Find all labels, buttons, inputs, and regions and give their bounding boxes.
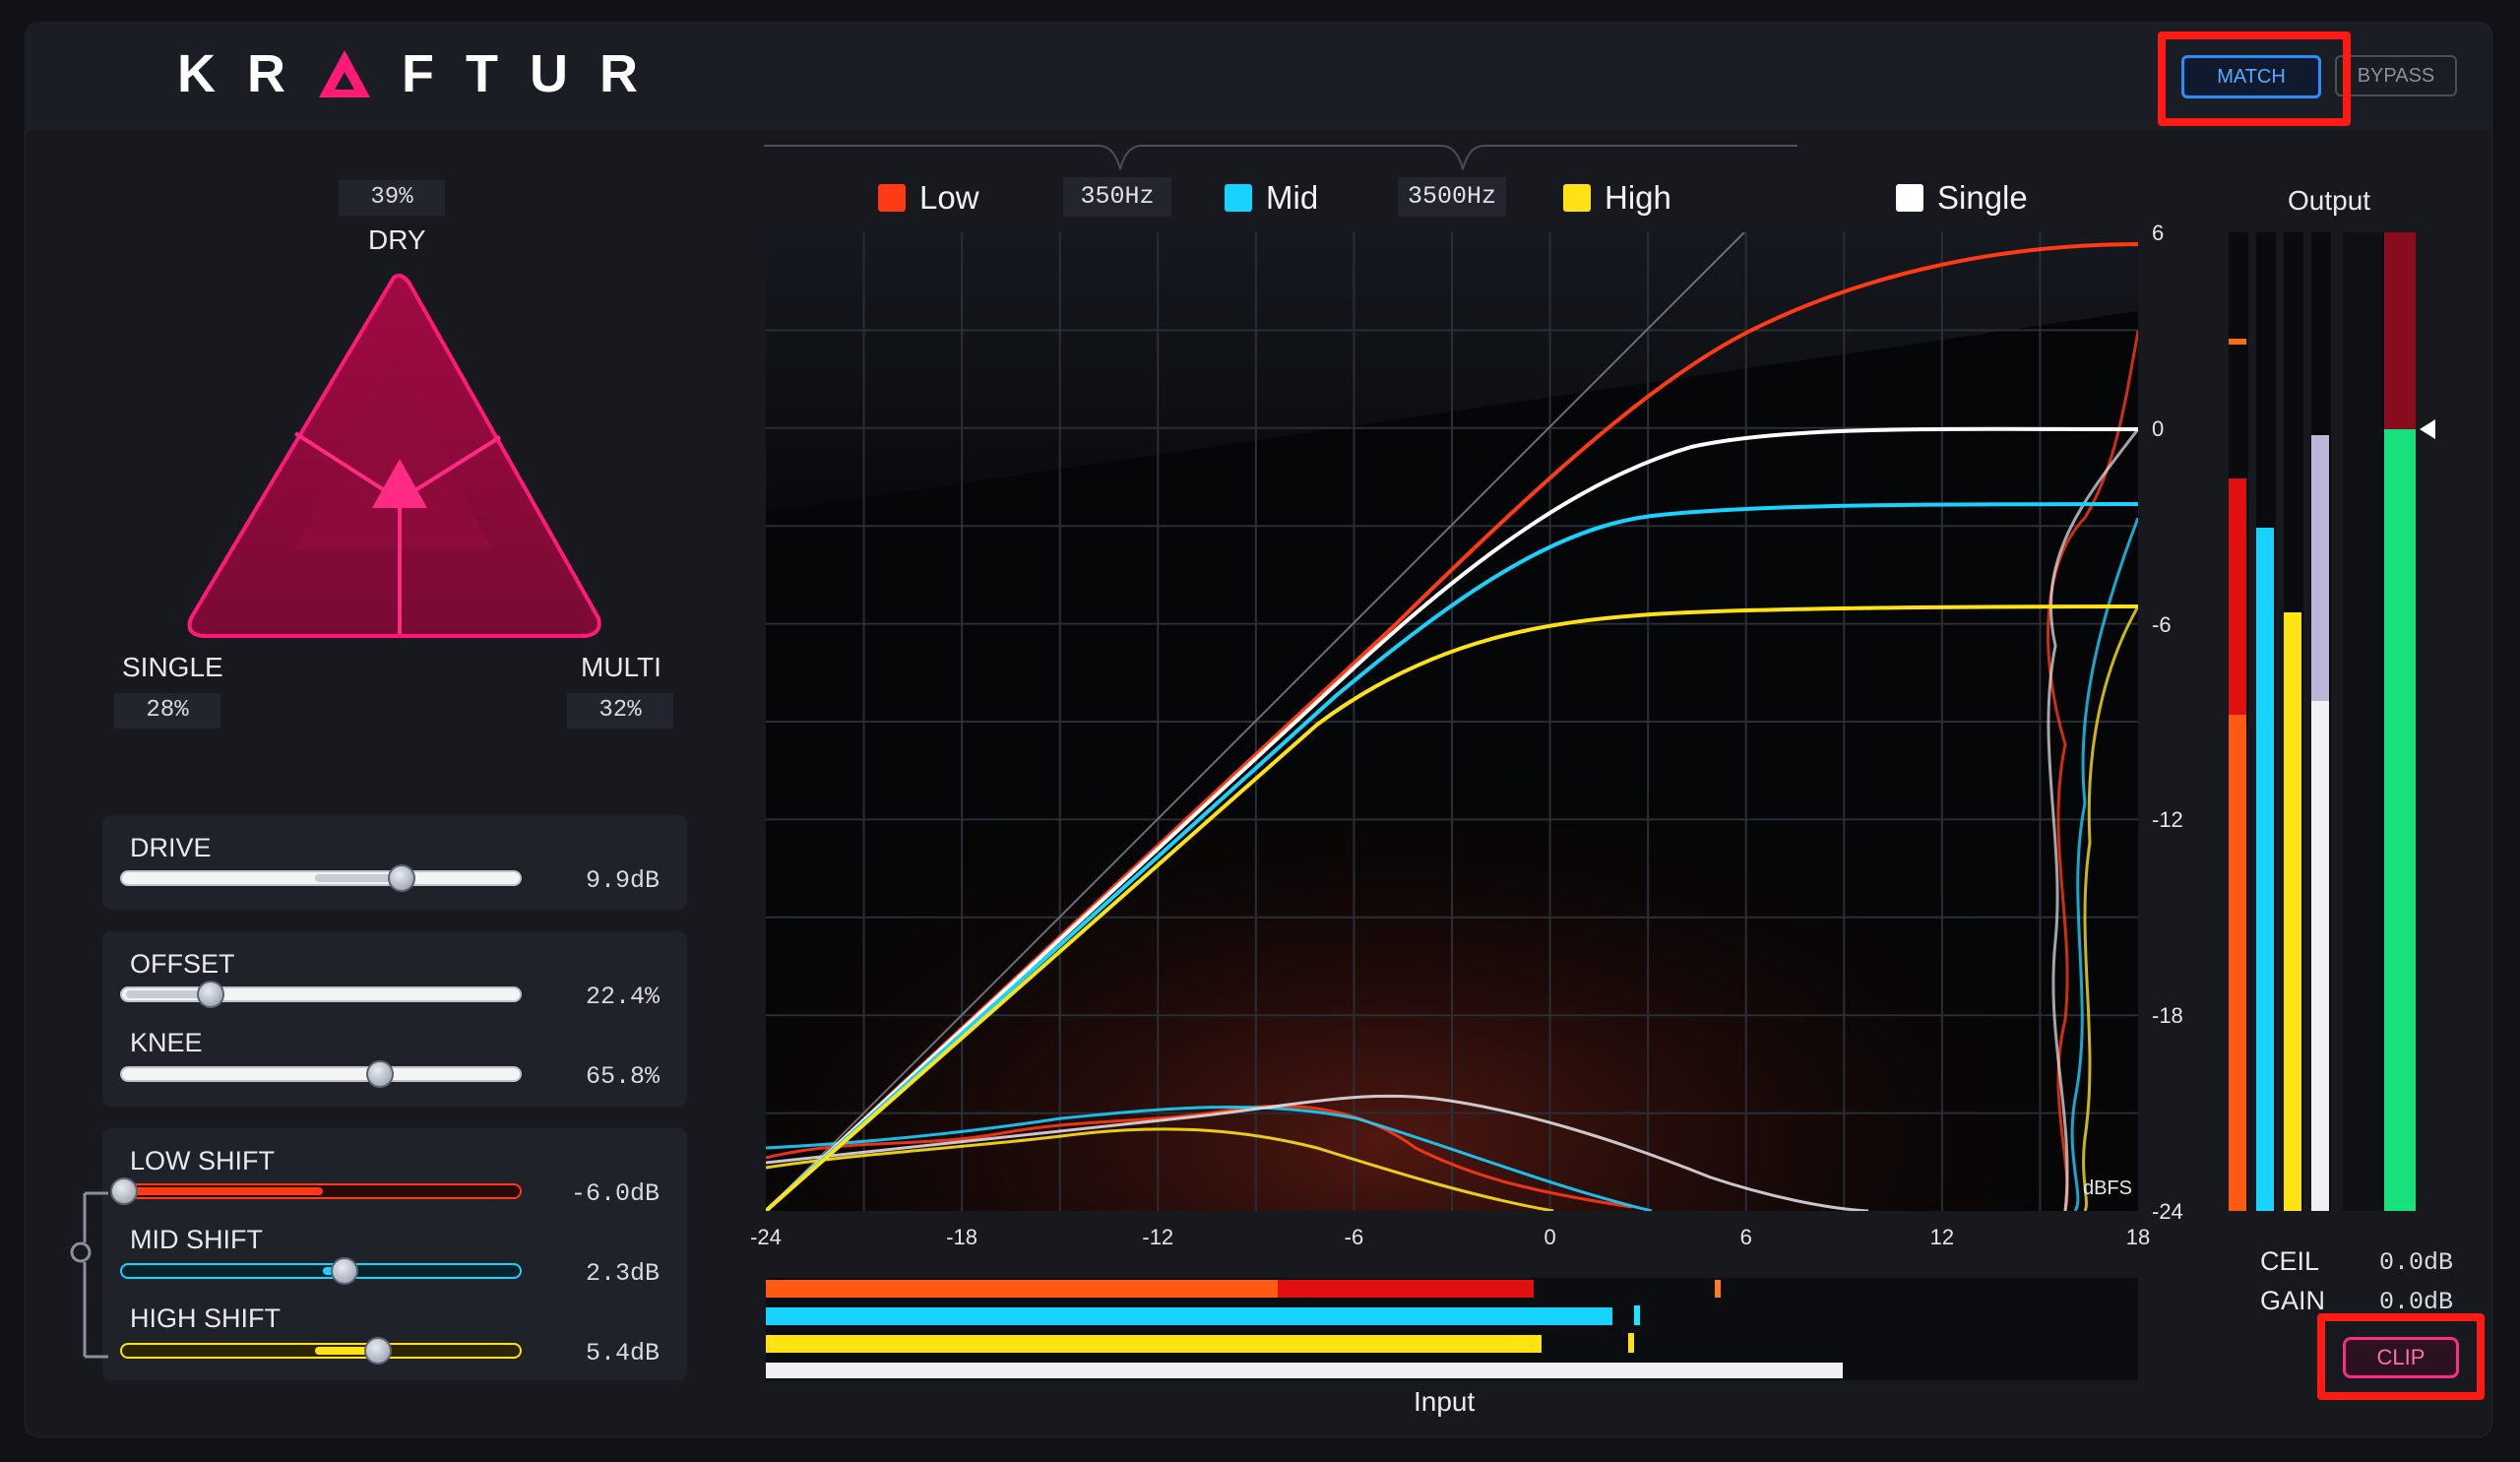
high-shift-label: HIGH SHIFT <box>130 1303 281 1333</box>
multi-label: MULTI <box>581 652 662 682</box>
output-title: Output <box>2288 185 2371 216</box>
ceil-label: CEIL <box>2260 1246 2320 1276</box>
low-input-meter <box>766 1280 1278 1298</box>
mid-input-meter <box>766 1307 1612 1325</box>
x-tick-label: -24 <box>750 1225 782 1249</box>
transfer-curve-graph[interactable] <box>766 232 2138 1211</box>
dbfs-unit-label: dBFS <box>2083 1177 2133 1199</box>
low-mid-crossover-field[interactable]: 350Hz <box>1063 177 1171 217</box>
drive-label: DRIVE <box>130 833 212 862</box>
legend-high-label: High <box>1605 179 1671 216</box>
y-tick-label: 0 <box>2152 415 2165 441</box>
low-shift-slider-fill <box>126 1187 323 1195</box>
plugin-window: K R F T U R MATCH BYPASS 39% DRY SINGLE … <box>0 0 2520 1462</box>
legend-mid-label: Mid <box>1266 179 1319 216</box>
logo-letter-f: F <box>402 44 436 103</box>
dry-value[interactable]: 39% <box>339 180 445 216</box>
output-meters <box>2229 232 2435 1211</box>
logo-letter-r2: R <box>599 44 640 103</box>
drive-value[interactable]: 9.9dB <box>551 866 660 895</box>
low-swatch-icon <box>878 184 906 212</box>
x-tick-label: -12 <box>1142 1225 1174 1249</box>
ceil-value[interactable]: 0.0dB <box>2345 1248 2453 1277</box>
shift-link-bracket <box>70 1191 108 1359</box>
offset-label: OFFSET <box>130 949 235 979</box>
mid-output-meter <box>2256 528 2274 1211</box>
y-tick-label: -12 <box>2152 807 2183 833</box>
single-value[interactable]: 28% <box>114 693 220 729</box>
x-tick-label: 0 <box>1544 1225 1556 1249</box>
mid-shift-slider[interactable] <box>120 1263 522 1279</box>
high-input-meter <box>766 1335 1542 1353</box>
x-tick-label: -6 <box>1344 1225 1364 1249</box>
high-swatch-icon <box>1563 184 1591 212</box>
offset-value[interactable]: 22.4% <box>551 983 660 1011</box>
legend-low[interactable]: Low <box>878 179 979 217</box>
x-tick-label: 12 <box>1929 1225 1955 1249</box>
low-shift-value[interactable]: -6.0dB <box>551 1179 660 1208</box>
x-tick-label: 18 <box>2125 1225 2151 1249</box>
knee-slider[interactable] <box>120 1066 522 1082</box>
high-shift-knob[interactable] <box>364 1337 392 1365</box>
knee-value[interactable]: 65.8% <box>551 1062 660 1091</box>
y-tick-label: -18 <box>2152 1003 2183 1029</box>
drive-slider[interactable] <box>120 870 522 886</box>
offset-knob[interactable] <box>197 981 224 1008</box>
logo-letter-u: U <box>530 44 570 103</box>
legend-single-label: Single <box>1937 179 2028 216</box>
ceiling-marker-icon[interactable] <box>2420 419 2435 439</box>
x-tick-label: -18 <box>946 1225 978 1249</box>
link-icon[interactable] <box>70 1241 92 1263</box>
mid-shift-knob[interactable] <box>331 1257 358 1285</box>
mid-shift-label: MID SHIFT <box>130 1225 263 1254</box>
output-level-meter <box>2384 429 2416 1211</box>
gain-value[interactable]: 0.0dB <box>2345 1288 2453 1316</box>
logo-letter-k: K <box>177 44 218 103</box>
logo-letter-t: T <box>466 44 500 103</box>
input-band-meters <box>766 1278 2138 1380</box>
legend-low-label: Low <box>919 179 979 216</box>
output-overshoot-meter <box>2384 232 2416 429</box>
brand-logo: K R F T U R <box>177 39 640 108</box>
dry-label: DRY <box>368 224 426 255</box>
high-output-meter <box>2284 612 2301 1211</box>
mid-high-crossover-field[interactable]: 3500Hz <box>1398 177 1506 217</box>
single-swatch-icon <box>1896 184 1923 212</box>
high-shift-value[interactable]: 5.4dB <box>551 1339 660 1367</box>
low-shift-label: LOW SHIFT <box>130 1146 275 1176</box>
legend-mid[interactable]: Mid <box>1225 179 1318 217</box>
x-tick-label: 6 <box>1739 1225 1752 1249</box>
single-input-meter <box>766 1363 1843 1378</box>
y-tick-label: -24 <box>2152 1199 2183 1224</box>
logo-triangle-icon <box>319 50 370 97</box>
input-axis-label: Input <box>1414 1386 1476 1417</box>
low-shift-knob[interactable] <box>110 1177 138 1205</box>
high-shift-slider[interactable] <box>120 1343 522 1359</box>
single-label: SINGLE <box>122 652 223 682</box>
match-highlight <box>2158 32 2351 126</box>
mix-triangle[interactable] <box>177 264 610 648</box>
legend-single[interactable]: Single <box>1896 179 2028 217</box>
y-tick-label: -6 <box>2152 611 2172 637</box>
knee-knob[interactable] <box>366 1060 394 1088</box>
bypass-button[interactable]: BYPASS <box>2335 55 2457 96</box>
mid-shift-value[interactable]: 2.3dB <box>551 1259 660 1288</box>
clip-highlight <box>2317 1313 2485 1400</box>
logo-letter-r: R <box>247 44 287 103</box>
legend-high[interactable]: High <box>1563 179 1671 217</box>
offset-slider[interactable] <box>120 986 522 1002</box>
knee-label: KNEE <box>130 1028 203 1057</box>
low-shift-slider[interactable] <box>120 1183 522 1199</box>
mid-swatch-icon <box>1225 184 1252 212</box>
multi-value[interactable]: 32% <box>567 693 673 729</box>
gain-label: GAIN <box>2260 1286 2326 1315</box>
y-tick-label: 6 <box>2152 221 2165 245</box>
drive-knob[interactable] <box>388 864 415 892</box>
